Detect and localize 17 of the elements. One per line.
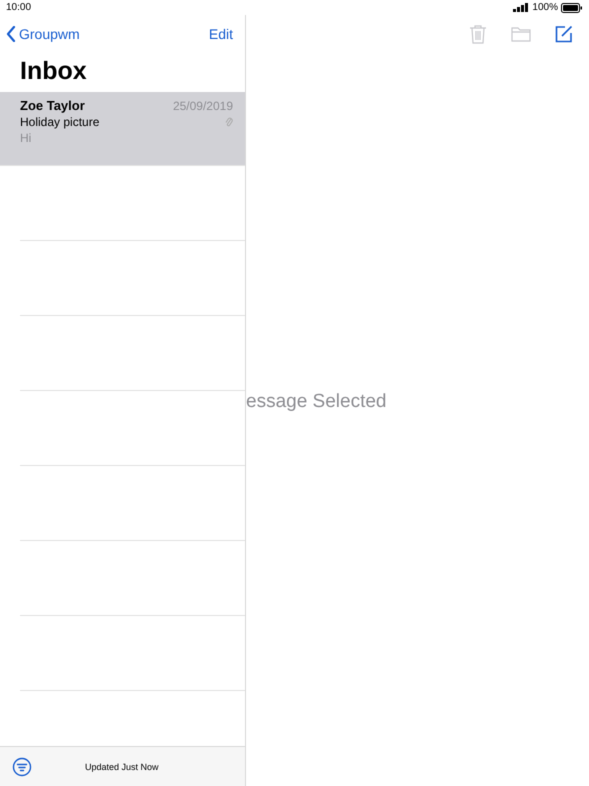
signal-icon xyxy=(513,3,530,12)
message-date: 25/09/2019 xyxy=(172,99,233,113)
inbox-title: Inbox xyxy=(19,56,88,87)
message-item[interactable]: Zoe Taylor 25/09/2019 Holiday picture Hi xyxy=(0,92,245,166)
back-button[interactable]: Groupwm xyxy=(6,26,80,42)
chevron-left-icon[interactable] xyxy=(6,26,16,42)
filter-button[interactable] xyxy=(12,756,32,776)
message-preview: Hi xyxy=(20,131,32,145)
sender-name: Zoe Taylor xyxy=(20,98,85,113)
update-status: Updated Just Now xyxy=(85,762,159,772)
status-time: 10:00 xyxy=(6,2,32,13)
compose-button[interactable] xyxy=(555,25,573,43)
edit-button[interactable]: Edit xyxy=(208,26,233,42)
message-subject: Holiday picture xyxy=(20,115,100,129)
battery-icon xyxy=(561,2,583,12)
no-selection-text: essage Selected xyxy=(246,390,386,412)
battery-percent: 100% xyxy=(532,2,558,13)
